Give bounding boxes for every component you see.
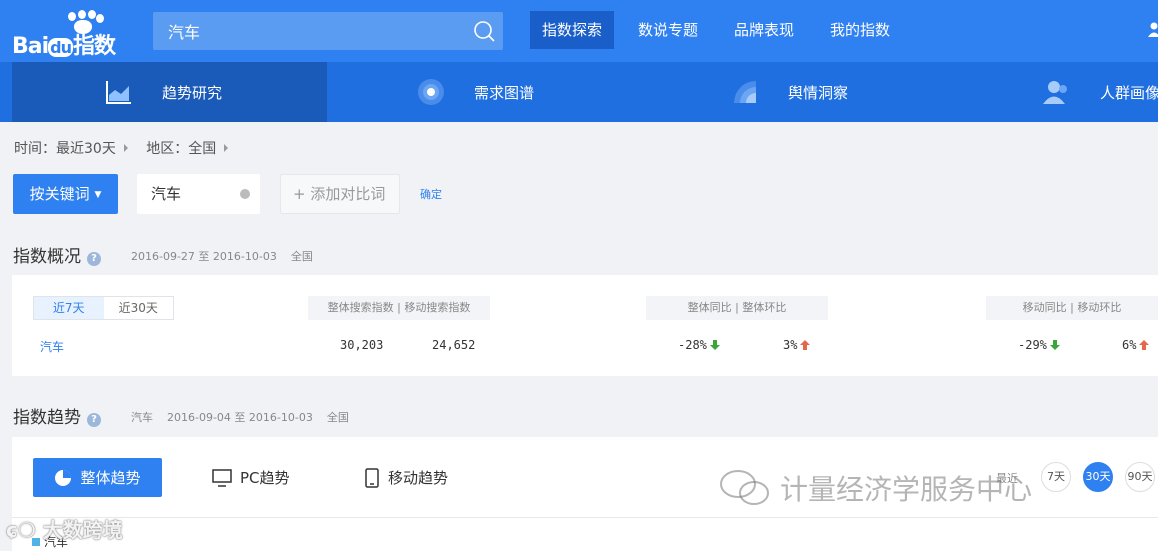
tab-label: 人群画像 <box>1100 83 1158 102</box>
wechat-icon <box>720 470 769 505</box>
tab-pc-trend[interactable]: PC趋势 <box>212 458 290 497</box>
tab-label: 舆情洞察 <box>788 83 849 102</box>
keyword-value: 汽车 <box>151 185 182 203</box>
overview-card: 近7天 近30天 整体搜索指数 | 移动搜索指数 整体同比 | 整体环比 移动同… <box>12 275 1158 376</box>
chevron-right-icon <box>123 144 128 152</box>
sub-nav: 趋势研究 需求图谱 舆情洞察 人群画像 <box>0 62 1158 122</box>
nav-my-index[interactable]: 我的指数 <box>818 11 902 49</box>
remove-keyword-icon[interactable] <box>240 189 250 199</box>
range-90d-button[interactable]: 90天 <box>1125 462 1155 492</box>
tab-audience[interactable]: 人群画像 <box>1042 62 1158 122</box>
overview-keyword[interactable]: 汽车 <box>40 338 64 355</box>
main-nav: 指数探索 数说专题 品牌表现 我的指数 <box>530 11 914 49</box>
tab-label: 趋势研究 <box>162 83 223 102</box>
search-box <box>153 12 503 50</box>
arrow-down-icon <box>1049 340 1060 350</box>
overall-change-header: 整体同比 | 整体环比 <box>646 296 828 320</box>
people-icon <box>1043 81 1067 104</box>
caret-down-icon: ▼ <box>94 190 102 200</box>
pie-chart-icon <box>55 469 72 486</box>
arrow-up-icon <box>1139 340 1150 350</box>
tab-overall-trend[interactable]: 整体趋势 <box>33 458 162 497</box>
time-filter[interactable]: 时间：最近30天 <box>14 141 116 157</box>
help-icon[interactable]: ? <box>87 252 101 266</box>
baidu-index-logo[interactable]: Bai du指数 <box>12 10 134 59</box>
search-index-header: 整体搜索指数 | 移动搜索指数 <box>308 296 490 320</box>
overall-yoy: -28% <box>678 338 720 352</box>
nav-brand[interactable]: 品牌表现 <box>722 11 806 49</box>
corner-watermark: ɕ❍ 大数跨境 <box>6 518 123 542</box>
overview-title: 指数概况? <box>13 242 101 267</box>
overview-meta: 2016-09-27 至 2016-10-03 全国 <box>131 250 313 263</box>
tab-sentiment[interactable]: 舆情洞察 <box>730 62 848 122</box>
monitor-icon <box>212 468 232 487</box>
help-icon[interactable]: ? <box>87 413 101 427</box>
range-30d-button[interactable]: 30天 <box>1083 462 1113 492</box>
mobile-index-value: 24,652 <box>432 338 476 352</box>
mobile-mom: 6% <box>1122 338 1150 352</box>
mobile-change-header: 移动同比 | 移动环比 <box>986 296 1158 320</box>
period-toggle: 近7天 近30天 <box>33 296 174 320</box>
logo-text: Bai du指数 <box>12 34 116 59</box>
divider <box>12 517 1158 518</box>
tab-mobile-trend[interactable]: 移动趋势 <box>364 458 448 497</box>
range-7d-button[interactable]: 7天 <box>1041 462 1071 492</box>
watermark: 计量经济学服务中心 <box>718 468 1032 508</box>
top-bar: Baidu指数 指数探索 数说专题 品牌表现 我的指数 <box>0 0 1158 62</box>
nav-explore[interactable]: 指数探索 <box>530 11 615 49</box>
phone-icon <box>365 467 379 488</box>
area-chart-icon <box>106 81 131 104</box>
signal-icon <box>734 81 756 103</box>
search-input[interactable] <box>153 12 463 50</box>
region-filter[interactable]: 地区：全国 <box>146 141 216 157</box>
tab-label: 需求图谱 <box>474 83 535 102</box>
trend-meta: 汽车 2016-09-04 至 2016-10-03 全国 <box>131 411 349 424</box>
tab-demand-graph[interactable]: 需求图谱 <box>416 62 534 122</box>
overall-mom: 3% <box>783 338 811 352</box>
search-icon[interactable] <box>473 20 495 42</box>
nav-topics[interactable]: 数说专题 <box>626 11 710 49</box>
mobile-yoy: -29% <box>1018 338 1060 352</box>
period-7d[interactable]: 近7天 <box>34 297 104 319</box>
user-icon[interactable] <box>1146 22 1158 38</box>
arrow-down-icon <box>709 340 720 350</box>
keyword-mode-button[interactable]: 按关键词 ▼ <box>13 174 118 214</box>
add-compare-button[interactable]: + 添加对比词 <box>280 174 400 214</box>
tab-trend-research[interactable]: 趋势研究 <box>12 62 327 122</box>
confirm-link[interactable]: 确定 <box>420 186 442 202</box>
chevron-right-icon <box>224 144 229 152</box>
radar-icon <box>418 79 444 105</box>
filter-bar: 时间：最近30天 地区：全国 <box>14 138 242 158</box>
overall-index-value: 30,203 <box>340 338 384 352</box>
trend-title: 指数趋势? <box>13 403 101 428</box>
arrow-up-icon <box>800 340 811 350</box>
keyword-chip[interactable]: 汽车 <box>137 174 260 214</box>
period-30d[interactable]: 近30天 <box>104 297 174 319</box>
